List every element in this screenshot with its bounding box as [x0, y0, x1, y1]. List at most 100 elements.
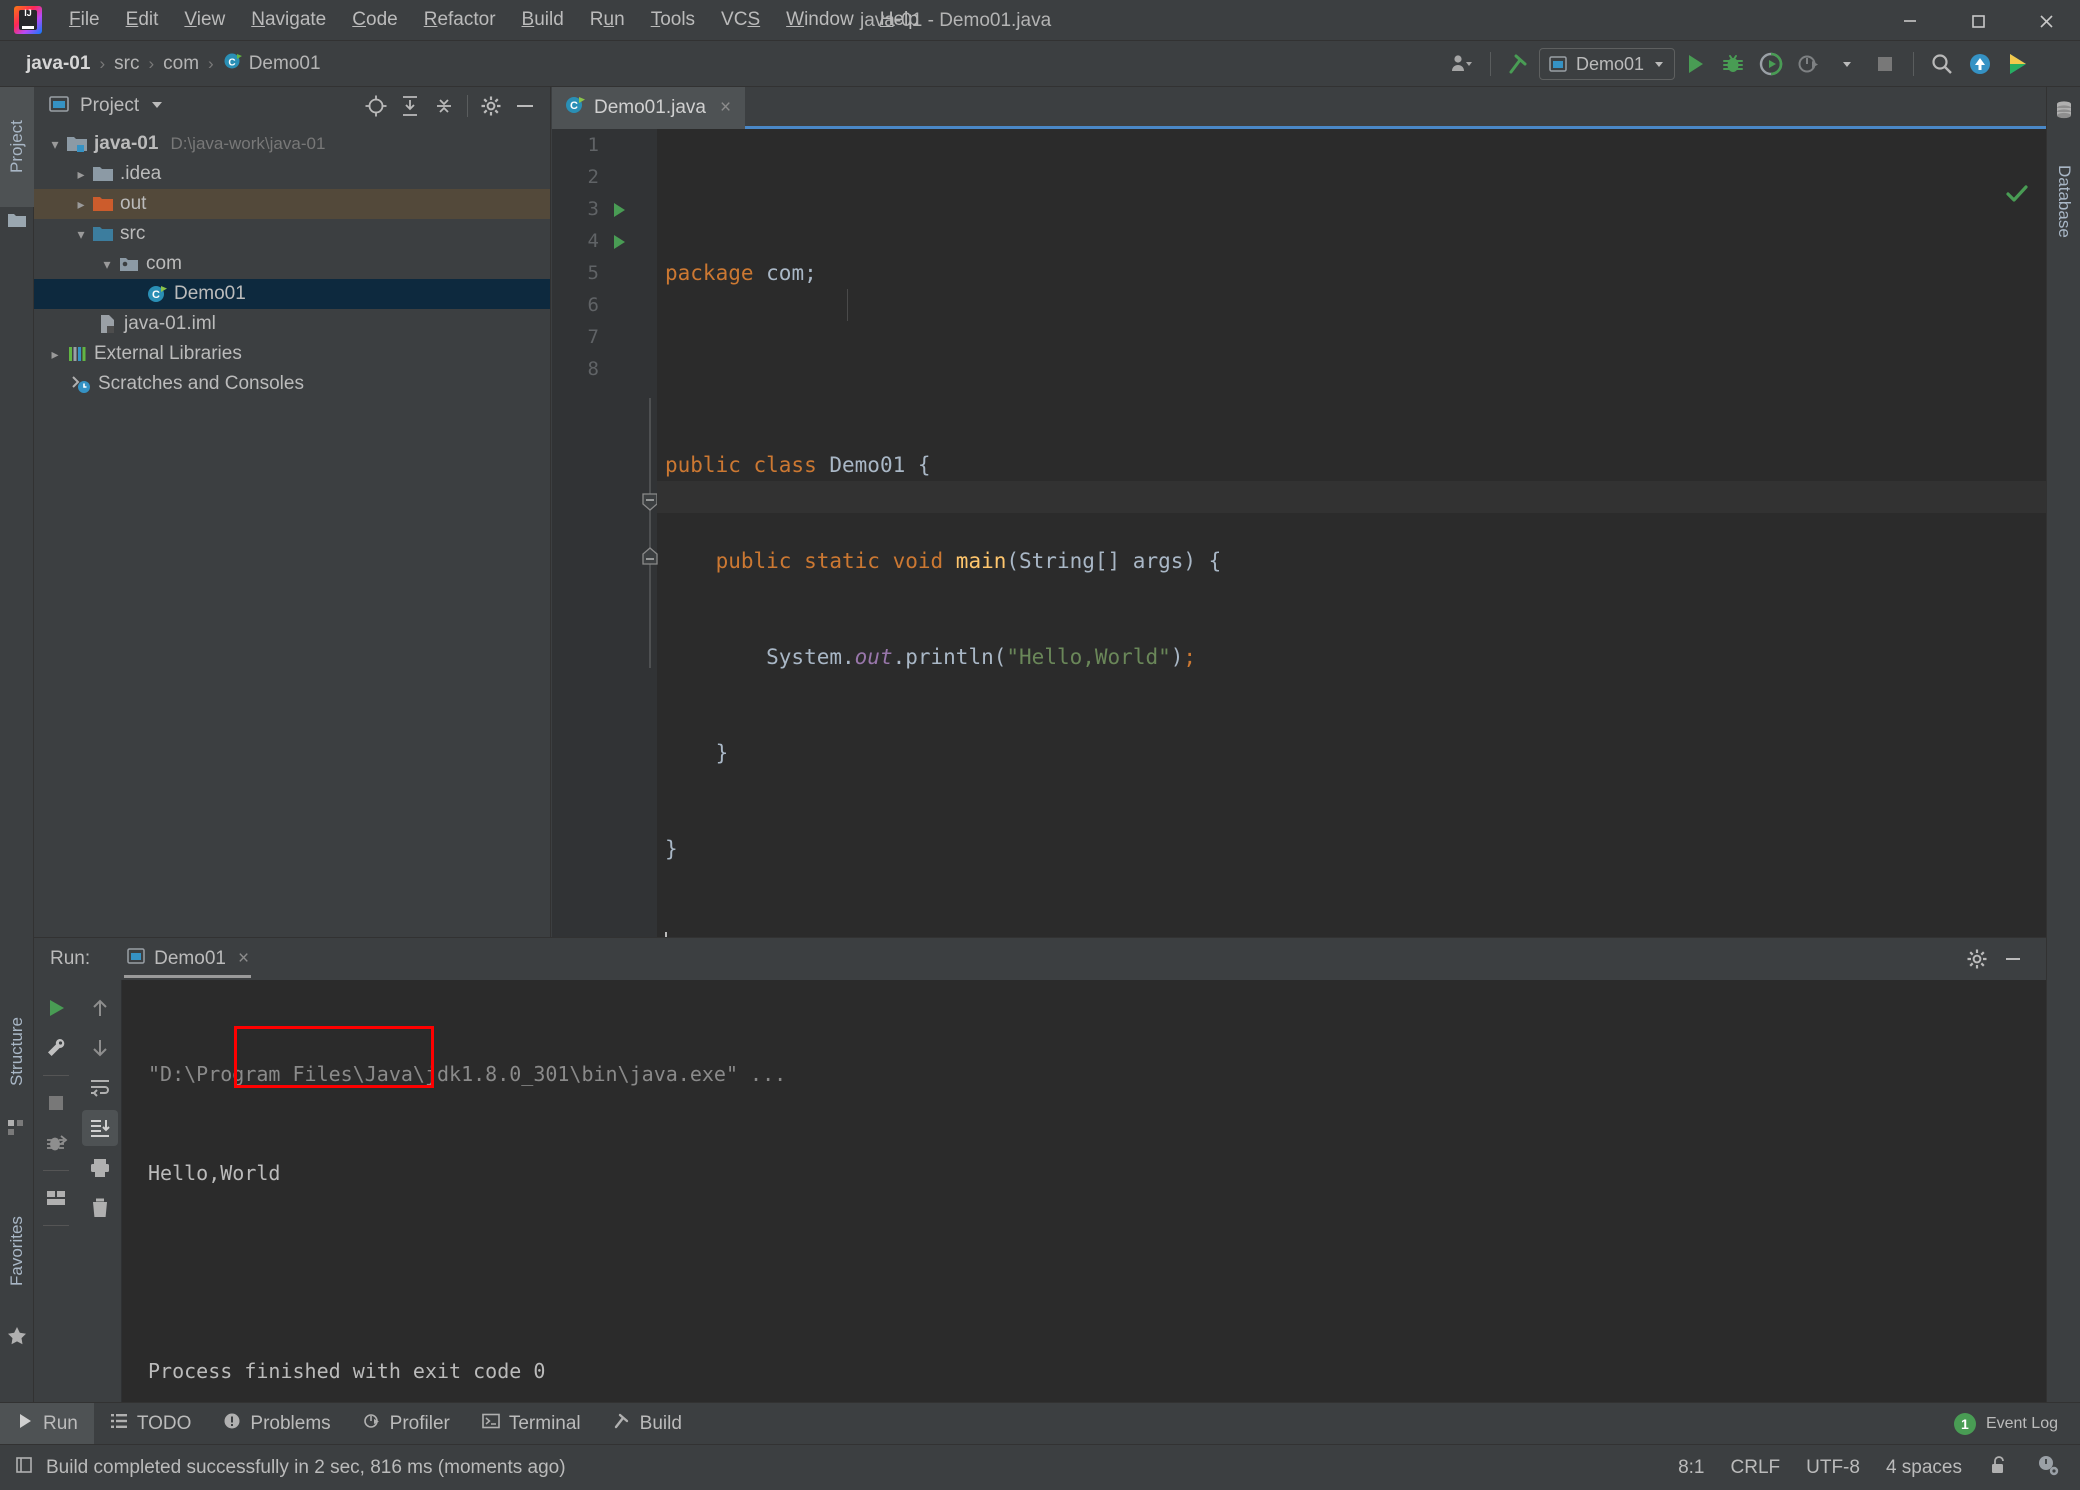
- menu-file[interactable]: File: [56, 5, 113, 35]
- caret-position-widget[interactable]: 8:1: [1678, 1457, 1704, 1479]
- menu-code[interactable]: Code: [339, 5, 410, 35]
- intellij-idea-window: IJ File Edit View Navigate Code Refactor…: [0, 0, 2080, 1490]
- editor-tab-demo01[interactable]: C Demo01.java ×: [552, 87, 746, 129]
- sidebar-item-project[interactable]: Project: [0, 87, 34, 207]
- chevron-right-icon[interactable]: ▸: [70, 196, 92, 213]
- chevron-right-icon[interactable]: ▸: [44, 346, 66, 363]
- edit-configuration-icon[interactable]: [38, 1030, 74, 1066]
- menu-vcs[interactable]: VCS: [708, 5, 773, 35]
- locate-icon[interactable]: [361, 91, 391, 121]
- menu-navigate[interactable]: Navigate: [238, 5, 339, 35]
- status-message[interactable]: Build completed successfully in 2 sec, 8…: [46, 1457, 566, 1479]
- down-arrow-icon[interactable]: [82, 1030, 118, 1066]
- tree-node-java-01[interactable]: ▾ java-01 D:\java-work\java-01: [34, 129, 550, 159]
- chevron-down-icon[interactable]: ▾: [96, 256, 118, 273]
- encoding-widget[interactable]: UTF-8: [1806, 1457, 1860, 1479]
- update-project-icon[interactable]: [1962, 46, 1998, 82]
- tool-tab-label: Database: [2055, 164, 2074, 238]
- tree-node-scratches[interactable]: Scratches and Consoles: [34, 369, 550, 399]
- sidebar-item-favorites[interactable]: Favorites: [0, 1182, 34, 1320]
- close-icon[interactable]: ×: [720, 97, 731, 119]
- breadcrumb-item-com[interactable]: com: [157, 51, 205, 77]
- tree-node-external-libraries[interactable]: ▸ External Libraries: [34, 339, 550, 369]
- stop-icon[interactable]: [1867, 46, 1903, 82]
- rerun-icon[interactable]: [38, 990, 74, 1026]
- build-hammer-icon[interactable]: [1501, 46, 1537, 82]
- soft-wrap-icon[interactable]: [82, 1070, 118, 1106]
- debug-icon[interactable]: [1715, 46, 1751, 82]
- ide-settings-icon[interactable]: [2036, 1453, 2060, 1483]
- scroll-to-end-icon[interactable]: [81, 1110, 118, 1146]
- run-tab-demo01[interactable]: Demo01 ×: [116, 938, 259, 980]
- tool-tab-todo[interactable]: TODO: [94, 1403, 208, 1445]
- settings-gear-icon[interactable]: [476, 91, 506, 121]
- sidebar-item-structure[interactable]: Structure: [0, 987, 34, 1117]
- tool-tab-run[interactable]: Run: [0, 1402, 94, 1445]
- tree-node-demo01[interactable]: C Demo01: [34, 279, 550, 309]
- ide-assistant-icon[interactable]: [2000, 46, 2036, 82]
- hide-icon[interactable]: [1998, 944, 2028, 974]
- tree-node-com[interactable]: ▾ com: [34, 249, 550, 279]
- run-method-gutter-icon[interactable]: [610, 233, 628, 256]
- collapse-all-icon[interactable]: [429, 91, 459, 121]
- tool-tab-terminal[interactable]: Terminal: [466, 1403, 597, 1445]
- layout-icon[interactable]: [38, 1180, 74, 1216]
- tool-tab-profiler[interactable]: Profiler: [347, 1403, 466, 1445]
- tree-node-src[interactable]: ▾ src: [34, 219, 550, 249]
- chevron-down-icon[interactable]: ▾: [70, 226, 92, 243]
- code-editor[interactable]: 1 2 3 4 5 6 7 8 package com; public clas…: [552, 129, 2046, 956]
- event-log-button[interactable]: 1 Event Log: [1953, 1412, 2080, 1435]
- run-icon[interactable]: [1677, 46, 1713, 82]
- chevron-down-icon[interactable]: [149, 96, 165, 117]
- dump-threads-icon[interactable]: [38, 1125, 74, 1161]
- expand-all-icon[interactable]: [395, 91, 425, 121]
- inspection-ok-icon[interactable]: [2004, 181, 2030, 212]
- close-icon[interactable]: ×: [238, 948, 249, 970]
- close-button[interactable]: [2012, 0, 2080, 41]
- run-with-coverage-icon[interactable]: [1753, 46, 1789, 82]
- up-arrow-icon[interactable]: [82, 990, 118, 1026]
- run-configuration-selector[interactable]: Demo01: [1538, 48, 1675, 80]
- run-configuration-label: Demo01: [1575, 53, 1644, 74]
- breadcrumb-item-demo01[interactable]: C Demo01: [217, 49, 327, 79]
- user-icon[interactable]: [1444, 46, 1480, 82]
- tool-tab-problems[interactable]: Problems: [207, 1403, 346, 1445]
- console-output[interactable]: "D:\Program Files\Java\jdk1.8.0_301\bin\…: [122, 980, 2046, 1404]
- divider: [43, 1075, 69, 1076]
- stop-icon[interactable]: [38, 1085, 74, 1121]
- chevron-right-icon[interactable]: ▸: [70, 166, 92, 183]
- minimize-button[interactable]: [1876, 0, 1944, 41]
- menu-edit[interactable]: Edit: [113, 5, 172, 35]
- unlocked-icon[interactable]: [1988, 1454, 2010, 1482]
- breadcrumb-item-src[interactable]: src: [108, 51, 145, 77]
- indent-widget[interactable]: 4 spaces: [1886, 1457, 1962, 1479]
- chevron-down-icon[interactable]: [1829, 46, 1865, 82]
- svg-text:C: C: [152, 289, 160, 301]
- menu-refactor[interactable]: Refactor: [411, 5, 509, 35]
- menu-window[interactable]: Window: [773, 5, 867, 35]
- module-folder-icon: [66, 133, 92, 155]
- hide-icon[interactable]: [510, 91, 540, 121]
- tool-tab-label: TODO: [136, 1412, 192, 1434]
- menu-view[interactable]: View: [171, 5, 238, 35]
- search-everywhere-icon[interactable]: [1924, 46, 1960, 82]
- menu-build[interactable]: Build: [509, 5, 577, 35]
- chevron-down-icon[interactable]: ▾: [44, 136, 66, 153]
- line-separator-widget[interactable]: CRLF: [1731, 1457, 1781, 1479]
- maximize-button[interactable]: [1944, 0, 2012, 41]
- tool-tab-build[interactable]: Build: [597, 1403, 698, 1445]
- clear-all-icon[interactable]: [82, 1190, 118, 1226]
- run-class-gutter-icon[interactable]: [610, 201, 628, 224]
- sidebar-item-database[interactable]: Database: [2047, 131, 2080, 271]
- menu-run[interactable]: Run: [577, 5, 638, 35]
- profile-icon[interactable]: [1791, 46, 1827, 82]
- menu-tools[interactable]: Tools: [638, 5, 708, 35]
- tree-node-idea[interactable]: ▸ .idea: [34, 159, 550, 189]
- tree-node-out[interactable]: ▸ out: [34, 189, 550, 219]
- editor-gutter[interactable]: 1 2 3 4 5 6 7 8: [552, 129, 658, 937]
- settings-gear-icon[interactable]: [1962, 944, 1992, 974]
- print-icon[interactable]: [82, 1150, 118, 1186]
- tree-node-iml[interactable]: java-01.iml: [34, 309, 550, 339]
- breadcrumb-item-project[interactable]: java-01: [20, 51, 96, 77]
- code-text[interactable]: package com; public class Demo01 { publi…: [657, 129, 2046, 956]
